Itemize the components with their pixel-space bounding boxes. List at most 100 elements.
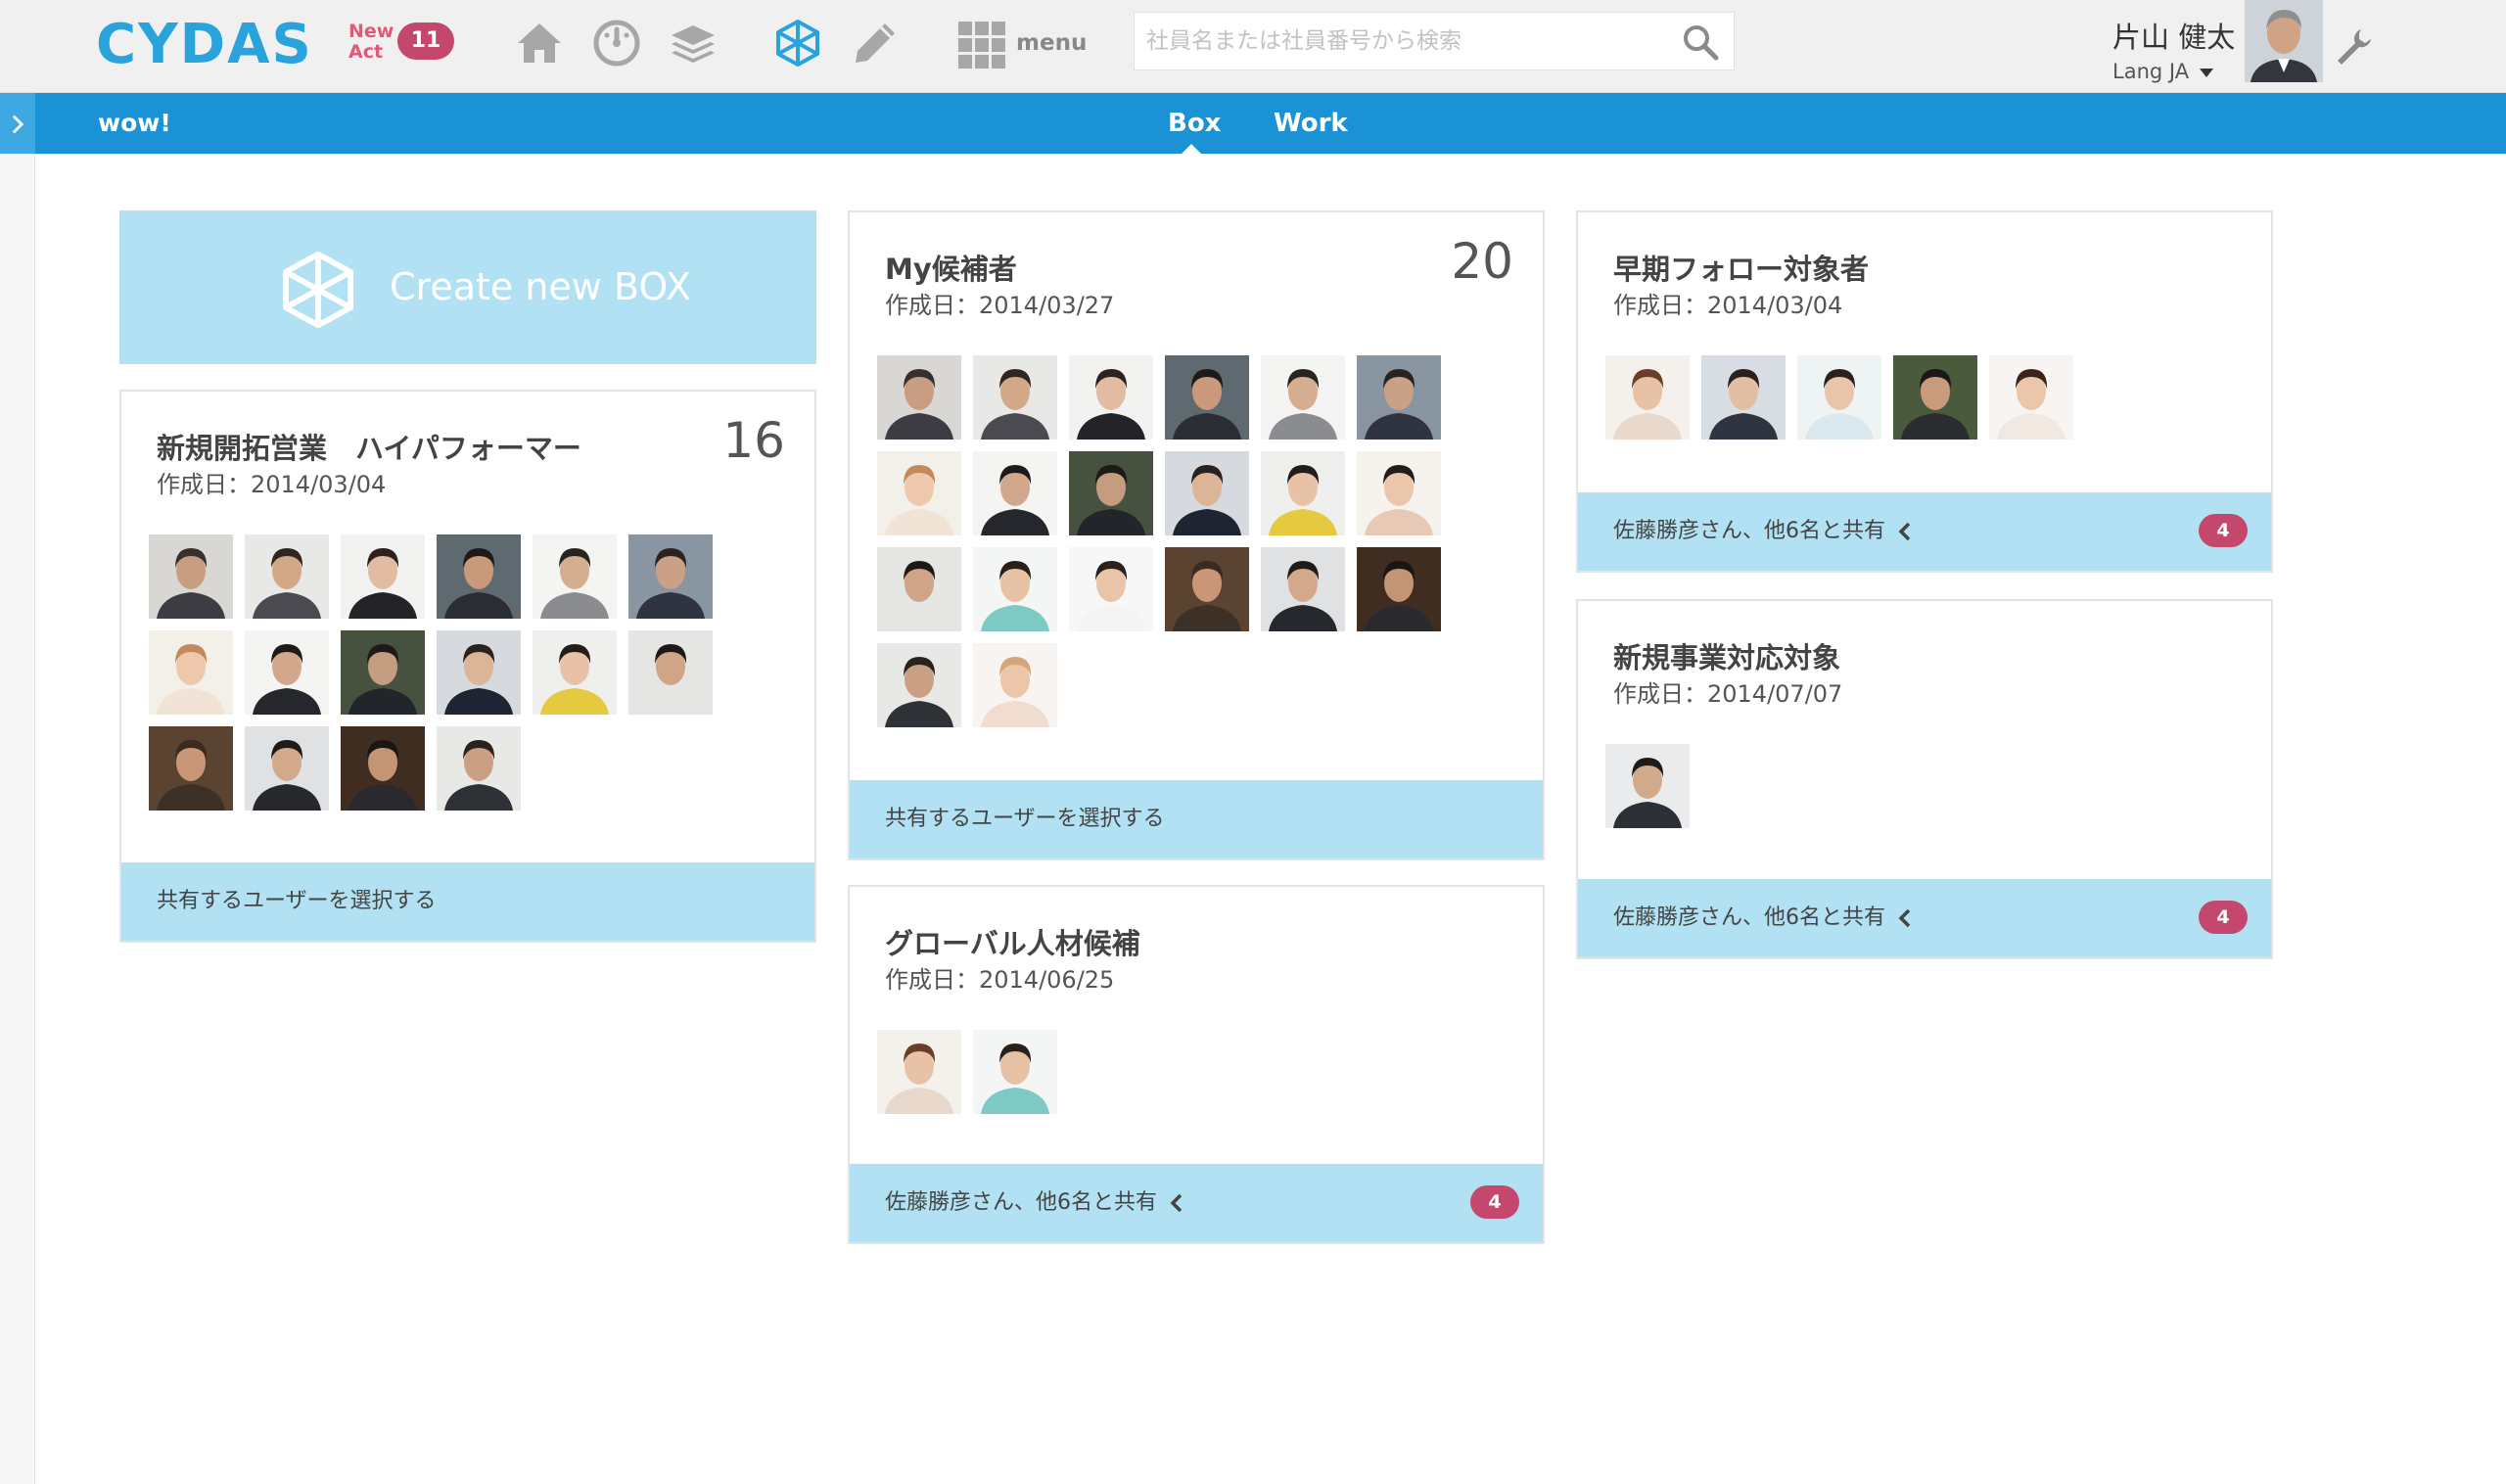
cydas-logo[interactable]: CYDAS bbox=[96, 14, 313, 76]
member-photo[interactable] bbox=[877, 451, 961, 535]
member-photo[interactable] bbox=[437, 534, 521, 619]
box-card-count: 20 bbox=[1451, 233, 1513, 290]
member-photo[interactable] bbox=[245, 534, 329, 619]
member-photo[interactable] bbox=[1069, 451, 1153, 535]
sidebar-toggle[interactable] bbox=[0, 93, 35, 154]
new-act-label[interactable]: New Act bbox=[348, 22, 394, 63]
member-photo[interactable] bbox=[341, 534, 425, 619]
box-card[interactable]: グローバル人材候補 作成日：2014/06/25 佐藤勝彦さん、他6名と共有 4 bbox=[848, 885, 1545, 1244]
member-photo[interactable] bbox=[1261, 355, 1345, 440]
member-photo[interactable] bbox=[341, 726, 425, 811]
chevron-left-icon[interactable] bbox=[1897, 907, 1913, 929]
member-photo[interactable] bbox=[1357, 547, 1441, 631]
member-photo[interactable] bbox=[877, 643, 961, 727]
member-photo[interactable] bbox=[533, 534, 617, 619]
box-card-date: 作成日：2014/03/27 bbox=[885, 292, 1115, 319]
member-photo[interactable] bbox=[628, 534, 713, 619]
member-photo[interactable] bbox=[1261, 547, 1345, 631]
member-photo[interactable] bbox=[877, 355, 961, 440]
chevron-left-icon[interactable] bbox=[1169, 1192, 1184, 1214]
box-card[interactable]: 新規事業対応対象 作成日：2014/07/07 佐藤勝彦さん、他6名と共有 4 bbox=[1576, 599, 2273, 959]
box-card-photos bbox=[1605, 744, 2169, 828]
menu-label[interactable]: menu bbox=[1016, 27, 1087, 59]
member-photo[interactable] bbox=[245, 630, 329, 715]
member-photo[interactable] bbox=[973, 643, 1057, 727]
member-photo[interactable] bbox=[628, 630, 713, 715]
box-card-title[interactable]: 早期フォロー対象者 bbox=[1613, 250, 1869, 289]
member-photo[interactable] bbox=[1893, 355, 1977, 440]
member-photo[interactable] bbox=[1069, 547, 1153, 631]
box-card-footer[interactable]: 佐藤勝彦さん、他6名と共有 4 bbox=[1578, 879, 2271, 957]
shared-with-text[interactable]: 佐藤勝彦さん、他6名と共有 bbox=[1613, 879, 1885, 957]
box-card-footer[interactable]: 共有するユーザーを選択する bbox=[850, 780, 1543, 858]
box-card-photos bbox=[877, 355, 1441, 727]
dashboard-icon[interactable] bbox=[591, 18, 642, 69]
member-photo[interactable] bbox=[437, 630, 521, 715]
box-card-title[interactable]: 新規事業対応対象 bbox=[1613, 638, 1840, 677]
member-photo[interactable] bbox=[1605, 744, 1690, 828]
chevron-left-icon[interactable] bbox=[1897, 521, 1913, 542]
box-card-photos bbox=[149, 534, 713, 811]
member-photo[interactable] bbox=[1605, 355, 1690, 440]
box-card-title[interactable]: グローバル人材候補 bbox=[885, 924, 1140, 963]
member-photo[interactable] bbox=[149, 630, 233, 715]
pencil-icon[interactable] bbox=[850, 18, 901, 69]
member-photo[interactable] bbox=[877, 547, 961, 631]
grid-menu-icon[interactable] bbox=[956, 18, 1007, 69]
member-photo[interactable] bbox=[973, 451, 1057, 535]
member-photo[interactable] bbox=[973, 355, 1057, 440]
layers-icon[interactable] bbox=[668, 18, 719, 69]
box-card-date: 作成日：2014/03/04 bbox=[157, 471, 387, 498]
member-photo[interactable] bbox=[437, 726, 521, 811]
shared-with-text[interactable]: 佐藤勝彦さん、他6名と共有 bbox=[1613, 492, 1885, 571]
notification-badge[interactable]: 11 bbox=[397, 23, 454, 60]
share-users-link[interactable]: 共有するユーザーを選択する bbox=[157, 862, 437, 941]
member-photo[interactable] bbox=[341, 630, 425, 715]
box-card-footer[interactable]: 佐藤勝彦さん、他6名と共有 4 bbox=[850, 1164, 1543, 1242]
member-photo[interactable] bbox=[1797, 355, 1881, 440]
wrench-icon[interactable] bbox=[2332, 25, 2373, 67]
box-card-footer[interactable]: 共有するユーザーを選択する bbox=[121, 862, 814, 941]
member-photo[interactable] bbox=[1701, 355, 1786, 440]
sub-navigation-bar: wow! Box Work bbox=[0, 93, 2506, 154]
active-tab-indicator bbox=[1182, 144, 1201, 154]
shared-with-text[interactable]: 佐藤勝彦さん、他6名と共有 bbox=[885, 1164, 1157, 1242]
share-count-badge[interactable]: 4 bbox=[1470, 1185, 1519, 1219]
box-icon bbox=[283, 251, 353, 329]
share-count-badge[interactable]: 4 bbox=[2199, 514, 2248, 547]
member-photo[interactable] bbox=[973, 1030, 1057, 1114]
user-avatar[interactable] bbox=[2245, 0, 2323, 82]
box-card-title[interactable]: My候補者 bbox=[885, 250, 1017, 289]
search-input[interactable] bbox=[1135, 13, 1663, 70]
member-photo[interactable] bbox=[533, 630, 617, 715]
box-card[interactable]: 新規開拓営業 ハイパフォーマー 作成日：2014/03/04 16 共有するユー… bbox=[119, 390, 816, 943]
member-photo[interactable] bbox=[1357, 451, 1441, 535]
chevron-right-icon bbox=[12, 115, 24, 134]
home-icon[interactable] bbox=[514, 18, 565, 69]
member-photo[interactable] bbox=[1165, 451, 1249, 535]
user-name[interactable]: 片山 健太 bbox=[2112, 20, 2235, 55]
create-new-box-button[interactable]: Create new BOX bbox=[119, 210, 816, 364]
tab-work[interactable]: Work bbox=[1274, 93, 1348, 154]
box-icon[interactable] bbox=[772, 18, 823, 69]
member-photo[interactable] bbox=[245, 726, 329, 811]
box-card-title[interactable]: 新規開拓営業 ハイパフォーマー bbox=[157, 429, 581, 468]
member-photo[interactable] bbox=[1989, 355, 2073, 440]
member-photo[interactable] bbox=[1261, 451, 1345, 535]
member-photo[interactable] bbox=[973, 547, 1057, 631]
member-photo[interactable] bbox=[877, 1030, 961, 1114]
share-users-link[interactable]: 共有するユーザーを選択する bbox=[885, 780, 1165, 858]
caret-down-icon bbox=[2199, 68, 2213, 77]
member-photo[interactable] bbox=[149, 534, 233, 619]
member-photo[interactable] bbox=[1165, 355, 1249, 440]
box-card-footer[interactable]: 佐藤勝彦さん、他6名と共有 4 bbox=[1578, 492, 2271, 571]
member-photo[interactable] bbox=[1357, 355, 1441, 440]
box-card[interactable]: My候補者 作成日：2014/03/27 20 共有するユーザーを選択する bbox=[848, 210, 1545, 860]
member-photo[interactable] bbox=[149, 726, 233, 811]
language-selector[interactable]: Lang JA bbox=[2112, 59, 2213, 84]
share-count-badge[interactable]: 4 bbox=[2199, 901, 2248, 934]
member-photo[interactable] bbox=[1165, 547, 1249, 631]
search-icon[interactable] bbox=[1681, 23, 1720, 62]
member-photo[interactable] bbox=[1069, 355, 1153, 440]
box-card[interactable]: 早期フォロー対象者 作成日：2014/03/04 佐藤勝彦さん、他6名と共有 4 bbox=[1576, 210, 2273, 573]
